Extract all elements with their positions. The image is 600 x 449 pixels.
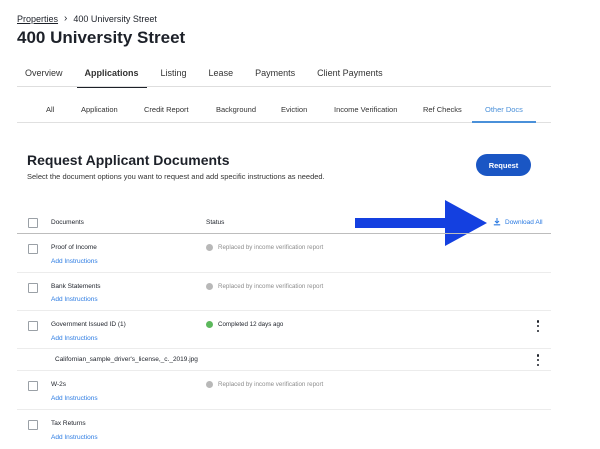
tab-lease[interactable]: Lease [201, 68, 242, 88]
add-instructions-proof-of-income[interactable]: Add Instructions [51, 258, 98, 265]
status-proof-of-income: Replaced by income verification report [206, 244, 323, 251]
doc-name-proof-of-income: Proof of Income [51, 244, 97, 251]
status-text: Replaced by income verification report [218, 283, 324, 290]
select-all-checkbox[interactable] [28, 218, 38, 228]
tabs-divider [17, 86, 551, 87]
status-dot-icon [206, 283, 213, 290]
subtab-application[interactable]: Application [81, 105, 118, 114]
status-government-id: Completed 12 days ago [206, 321, 283, 328]
row-menu-kebab-icon[interactable] [535, 320, 541, 332]
subtab-background[interactable]: Background [216, 105, 256, 114]
tab-overview[interactable]: Overview [17, 68, 71, 88]
download-all-link[interactable]: Download All [493, 218, 543, 226]
row-checkbox-proof-of-income[interactable] [28, 244, 38, 254]
tab-listing[interactable]: Listing [153, 68, 195, 88]
doc-name-tax-returns: Tax Returns [51, 420, 86, 427]
row-checkbox-bank-statements[interactable] [28, 283, 38, 293]
section-title: Request Applicant Documents [27, 152, 230, 168]
subtab-ref-checks[interactable]: Ref Checks [423, 105, 462, 114]
column-header-status: Status [206, 219, 225, 226]
status-bank-statements: Replaced by income verification report [206, 283, 323, 290]
status-dot-icon [206, 321, 213, 328]
row-checkbox-tax-returns[interactable] [28, 420, 38, 430]
tab-applications[interactable]: Applications [76, 68, 147, 88]
subtab-all[interactable]: All [46, 105, 54, 114]
status-text: Completed 12 days ago [218, 321, 284, 328]
doc-name-bank-statements: Bank Statements [51, 283, 101, 290]
subtab-income-verification[interactable]: Income Verification [334, 105, 397, 114]
add-instructions-bank-statements[interactable]: Add Instructions [51, 296, 98, 303]
uploaded-file-name[interactable]: Californian_sample_driver's_license,_c._… [55, 356, 198, 363]
status-w2s: Replaced by income verification report [206, 381, 323, 388]
breadcrumb-current: 400 University Street [73, 13, 157, 24]
status-dot-icon [206, 381, 213, 388]
table-header-divider [17, 233, 551, 234]
row-divider [17, 348, 551, 349]
status-dot-icon [206, 244, 213, 251]
subtabs-divider [17, 122, 551, 123]
page-title: 400 University Street [17, 28, 186, 47]
row-divider [17, 310, 551, 311]
doc-name-w2s: W-2s [51, 381, 67, 388]
download-icon [493, 218, 501, 226]
add-instructions-tax-returns[interactable]: Add Instructions [51, 434, 98, 441]
status-text: Replaced by income verification report [218, 244, 324, 251]
tab-client-payments[interactable]: Client Payments [309, 68, 391, 88]
row-checkbox-w2s[interactable] [28, 381, 38, 391]
row-divider [17, 370, 551, 371]
request-button[interactable]: Request [476, 154, 531, 176]
column-header-documents: Documents [51, 219, 84, 226]
annotation-arrow-icon [355, 200, 487, 246]
subtab-other-docs[interactable]: Other Docs [485, 105, 523, 114]
row-divider [17, 409, 551, 410]
subtab-active-indicator [472, 121, 536, 123]
add-instructions-w2s[interactable]: Add Instructions [51, 395, 98, 402]
subtab-eviction[interactable]: Eviction [281, 105, 307, 114]
doc-name-government-id: Government Issued ID (1) [51, 321, 126, 328]
main-tabs: Overview Applications Listing Lease Paym… [17, 68, 397, 88]
file-menu-kebab-icon[interactable] [535, 354, 541, 366]
row-checkbox-government-id[interactable] [28, 321, 38, 331]
chevron-right-icon: › [64, 13, 68, 24]
breadcrumb: Properties › 400 University Street [17, 13, 157, 24]
tab-payments[interactable]: Payments [247, 68, 303, 88]
add-instructions-government-id[interactable]: Add Instructions [51, 335, 98, 342]
row-divider [17, 272, 551, 273]
section-subtitle: Select the document options you want to … [27, 172, 325, 181]
breadcrumb-properties-link[interactable]: Properties [17, 14, 58, 24]
status-text: Replaced by income verification report [218, 381, 324, 388]
download-all-label: Download All [505, 218, 543, 226]
subtab-credit-report[interactable]: Credit Report [144, 105, 189, 114]
